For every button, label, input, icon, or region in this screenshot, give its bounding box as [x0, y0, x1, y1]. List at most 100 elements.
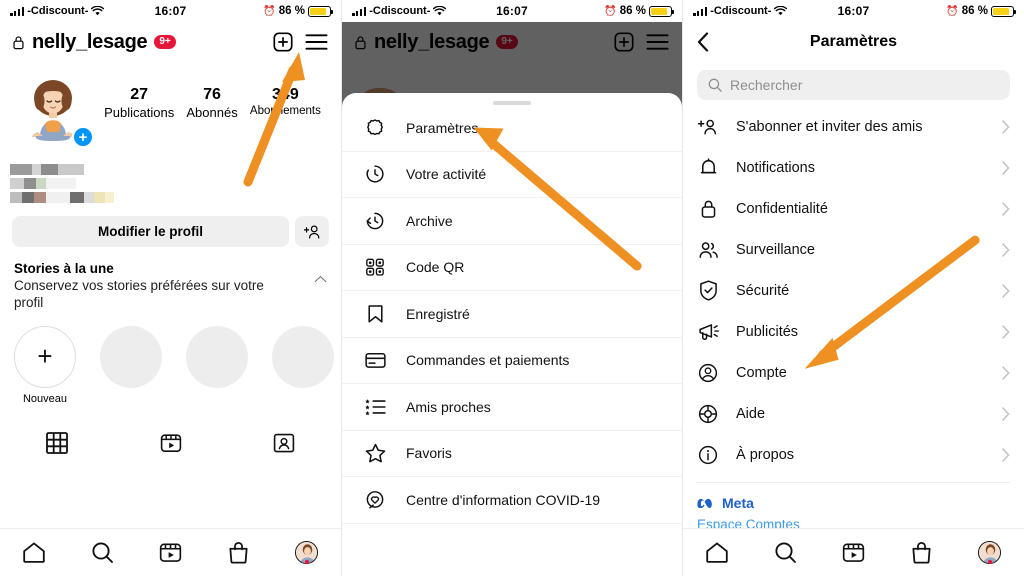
- menu-item-centre-information-covid[interactable]: Centre d'information COVID-19: [342, 477, 682, 524]
- edit-profile-button[interactable]: Modifier le profil: [12, 216, 289, 247]
- home-icon[interactable]: [683, 541, 751, 564]
- stat-value: 76: [203, 86, 221, 103]
- settings-item-notifications[interactable]: Notifications: [683, 147, 1024, 188]
- tagged-tab-icon[interactable]: [227, 423, 341, 463]
- battery-percent-label: 86 %: [278, 5, 305, 17]
- settings-item-label: Aide: [736, 405, 766, 422]
- chevron-right-icon: [1002, 447, 1010, 462]
- battery-percent-label: 86 %: [619, 5, 646, 17]
- battery-icon: [649, 5, 674, 17]
- stat-label: Publications: [104, 105, 175, 120]
- chevron-up-icon[interactable]: [314, 275, 327, 283]
- profile-screen: -Cdiscount- 16:07 ⏰ 86 % nelly_lesage 9+: [0, 0, 341, 576]
- profile-avatar-icon[interactable]: [956, 541, 1024, 564]
- reels-icon[interactable]: [819, 541, 887, 564]
- status-bar: -Cdiscount- 16:07 ⏰ 86 %: [683, 0, 1024, 22]
- covid-info-icon: [364, 490, 386, 510]
- plus-icon: +: [14, 325, 76, 388]
- shop-icon[interactable]: [205, 541, 273, 564]
- profile-tabs: [0, 423, 341, 463]
- highlight-placeholder[interactable]: [186, 325, 248, 405]
- highlight-placeholder[interactable]: [100, 325, 162, 405]
- shield-check-icon: [697, 280, 719, 301]
- settings-item-label: Compte: [736, 364, 787, 381]
- profile-app-header: nelly_lesage 9+: [0, 22, 341, 62]
- menu-item-favoris[interactable]: Favoris: [342, 431, 682, 477]
- menu-item-label: Amis proches: [406, 398, 491, 415]
- search-icon[interactable]: [751, 541, 819, 564]
- alarm-icon: ⏰: [604, 5, 617, 17]
- lock-icon: [13, 35, 24, 49]
- settings-item-a-propos[interactable]: À propos: [683, 434, 1024, 475]
- shop-icon[interactable]: [888, 541, 956, 564]
- highlights-title: Stories à la une: [14, 261, 114, 276]
- settings-item-label: Sécurité: [736, 282, 790, 299]
- menu-item-archive[interactable]: Archive: [342, 198, 682, 245]
- lifebuoy-icon: [697, 404, 719, 424]
- menu-item-amis-proches[interactable]: Amis proches: [342, 384, 682, 431]
- menu-item-votre-activite[interactable]: Votre activité: [342, 152, 682, 198]
- chevron-right-icon: [1002, 365, 1010, 380]
- stat-publications[interactable]: 27 Publications: [104, 86, 174, 120]
- highlights-row[interactable]: + Nouveau: [0, 312, 341, 405]
- meta-logo-icon: [697, 498, 712, 508]
- profile-summary-row: + 27 Publications 76 Abonnés 349 Abonnem…: [0, 62, 341, 152]
- chevron-right-icon: [1002, 160, 1010, 175]
- bookmark-icon: [364, 304, 386, 324]
- page-title: Paramètres: [809, 33, 898, 50]
- search-input[interactable]: Rechercher: [697, 70, 1010, 100]
- settings-item-label: Notifications: [736, 159, 815, 176]
- chevron-right-icon: [1002, 201, 1010, 216]
- menu-item-label: Commandes et paiements: [406, 352, 570, 369]
- profile-username[interactable]: nelly_lesage: [32, 31, 148, 54]
- plus-square-icon[interactable]: [270, 29, 296, 55]
- people-icon: [697, 241, 719, 259]
- hamburger-menu-icon[interactable]: [303, 29, 329, 55]
- profile-avatar-icon[interactable]: [273, 541, 341, 564]
- reels-icon[interactable]: [136, 541, 204, 564]
- back-chevron-icon[interactable]: [697, 32, 709, 52]
- story-highlights-section: Stories à la une Conservez vos stories p…: [0, 247, 341, 312]
- stat-following[interactable]: 349 Abonnements: [250, 86, 321, 120]
- reels-tab-icon[interactable]: [114, 423, 228, 463]
- add-person-icon[interactable]: [295, 216, 329, 247]
- settings-item-aide[interactable]: Aide: [683, 393, 1024, 434]
- menu-item-code-qr[interactable]: Code QR: [342, 245, 682, 291]
- avatar[interactable]: +: [14, 74, 94, 152]
- plus-circle-icon[interactable]: +: [72, 126, 94, 148]
- account-circle-icon: [697, 363, 719, 383]
- qr-code-icon: [364, 257, 386, 277]
- chevron-right-icon: [1002, 324, 1010, 339]
- meta-branding: Meta: [683, 483, 1024, 511]
- settings-item-sabonner-inviter-amis[interactable]: S'abonner et inviter des amis: [683, 106, 1024, 147]
- settings-item-compte[interactable]: Compte: [683, 352, 1024, 393]
- menu-item-enregistre[interactable]: Enregistré: [342, 291, 682, 338]
- settings-item-publicites[interactable]: Publicités: [683, 311, 1024, 352]
- menu-item-commandes-et-paiements[interactable]: Commandes et paiements: [342, 338, 682, 384]
- status-bar: -Cdiscount- 16:07 ⏰ 86 %: [342, 0, 682, 22]
- search-icon: [708, 78, 722, 92]
- new-highlight-label: Nouveau: [22, 392, 68, 405]
- grid-tab-icon[interactable]: [0, 423, 114, 463]
- star-icon: [364, 443, 386, 463]
- menu-item-parametres[interactable]: Paramètres: [342, 105, 682, 152]
- settings-header: Paramètres: [683, 22, 1024, 62]
- menu-item-label: Votre activité: [406, 166, 487, 183]
- stat-label: Abonnés: [186, 105, 238, 120]
- alarm-icon: ⏰: [263, 5, 276, 17]
- add-friends-icon: [697, 118, 719, 136]
- bottom-nav: [683, 528, 1024, 576]
- search-icon[interactable]: [68, 541, 136, 564]
- highlight-placeholder[interactable]: [272, 325, 334, 405]
- bell-icon: [697, 157, 719, 178]
- new-highlight-button[interactable]: + Nouveau: [14, 325, 76, 405]
- highlights-subtitle: Conservez vos stories préférées sur votr…: [14, 278, 264, 311]
- menu-item-label: Centre d'information COVID-19: [406, 491, 601, 508]
- settings-item-confidentialite[interactable]: Confidentialité: [683, 188, 1024, 229]
- home-icon[interactable]: [0, 541, 68, 564]
- settings-item-surveillance[interactable]: Surveillance: [683, 229, 1024, 270]
- settings-item-securite[interactable]: Sécurité: [683, 270, 1024, 311]
- settings-item-label: Surveillance: [736, 241, 815, 258]
- stat-followers[interactable]: 76 Abonnés: [186, 86, 237, 120]
- lock-icon: [697, 199, 719, 219]
